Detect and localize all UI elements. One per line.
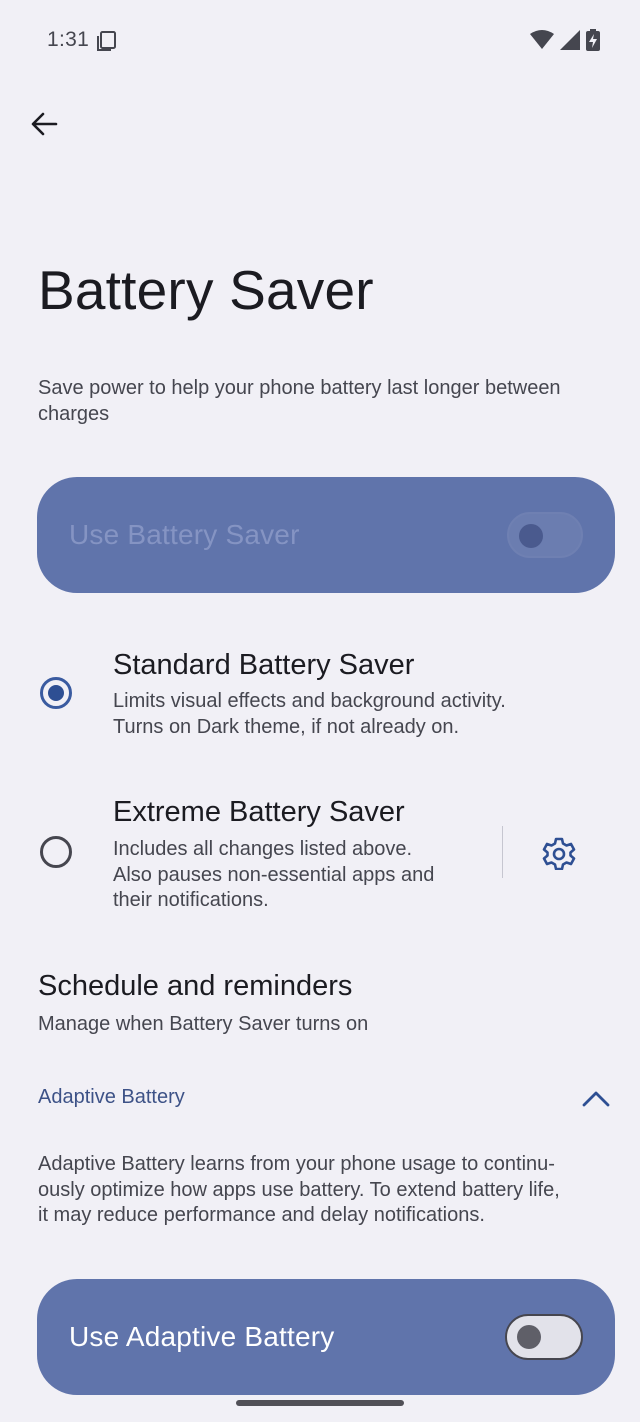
collapse-button[interactable] <box>578 1080 614 1116</box>
summary-line: Also pauses non-essential apps and <box>113 863 435 886</box>
battery-charging-icon <box>586 29 600 56</box>
switch-thumb <box>519 524 543 548</box>
schedule-reminders-row[interactable]: Schedule and reminders Manage when Batte… <box>38 970 608 1036</box>
arrow-back-icon <box>31 112 58 136</box>
description-line: Adaptive Battery learns from your phone … <box>38 1153 555 1175</box>
adaptive-battery-toggle[interactable] <box>505 1314 583 1360</box>
notification-icon <box>96 30 118 57</box>
summary-line: Turns on Dark theme, if not already on. <box>113 715 460 738</box>
status-icons <box>530 29 600 56</box>
back-button[interactable] <box>20 100 68 148</box>
status-time: 1:31 <box>47 28 90 51</box>
mode-standard-radio[interactable] <box>40 677 72 709</box>
battery-saver-toggle[interactable] <box>507 512 583 558</box>
adaptive-battery-switch-bar[interactable]: Use Adaptive Battery <box>37 1279 615 1395</box>
adaptive-battery-header: Adaptive Battery <box>38 1086 185 1108</box>
schedule-title: Schedule and reminders <box>38 970 353 1002</box>
switch-thumb <box>517 1325 541 1349</box>
mode-standard-summary: Limits visual effects and background act… <box>113 689 506 740</box>
status-bar: 1:31 <box>0 0 640 82</box>
page-title: Battery Saver <box>38 259 374 321</box>
mode-standard-row[interactable]: Standard Battery Saver Limits visual eff… <box>0 640 640 760</box>
mode-extreme-radio[interactable] <box>40 836 72 868</box>
summary-line: Limits visual effects and background act… <box>113 690 506 712</box>
chevron-up-icon <box>582 1091 610 1107</box>
summary-line: Includes all changes listed above. <box>113 838 413 860</box>
mode-extreme-summary: Includes all changes listed above. Also … <box>113 837 434 914</box>
cell-signal-icon <box>560 30 580 55</box>
mode-standard-title: Standard Battery Saver <box>113 649 415 681</box>
description-line: ously optimize how apps use battery. To … <box>38 1178 560 1201</box>
mode-extreme-title: Extreme Battery Saver <box>113 796 405 828</box>
adaptive-battery-switch-label: Use Adaptive Battery <box>69 1321 335 1352</box>
vertical-divider <box>502 826 503 878</box>
battery-saver-switch-label: Use Battery Saver <box>69 519 300 550</box>
summary-line: their notifications. <box>113 889 269 911</box>
mode-extreme-row[interactable]: Extreme Battery Saver Includes all chang… <box>0 788 490 928</box>
adaptive-battery-description: Adaptive Battery learns from your phone … <box>38 1152 618 1229</box>
page-description: Save power to help your phone battery la… <box>38 377 561 425</box>
extreme-settings-button[interactable] <box>535 829 583 877</box>
gesture-nav-handle[interactable] <box>236 1400 404 1406</box>
gear-icon <box>542 837 576 870</box>
description-line: it may reduce performance and delay noti… <box>38 1204 485 1226</box>
battery-saver-switch-bar[interactable]: Use Battery Saver <box>37 477 615 593</box>
schedule-summary: Manage when Battery Saver turns on <box>38 1013 369 1035</box>
radio-selected-dot <box>48 685 64 701</box>
wifi-icon <box>530 30 554 55</box>
